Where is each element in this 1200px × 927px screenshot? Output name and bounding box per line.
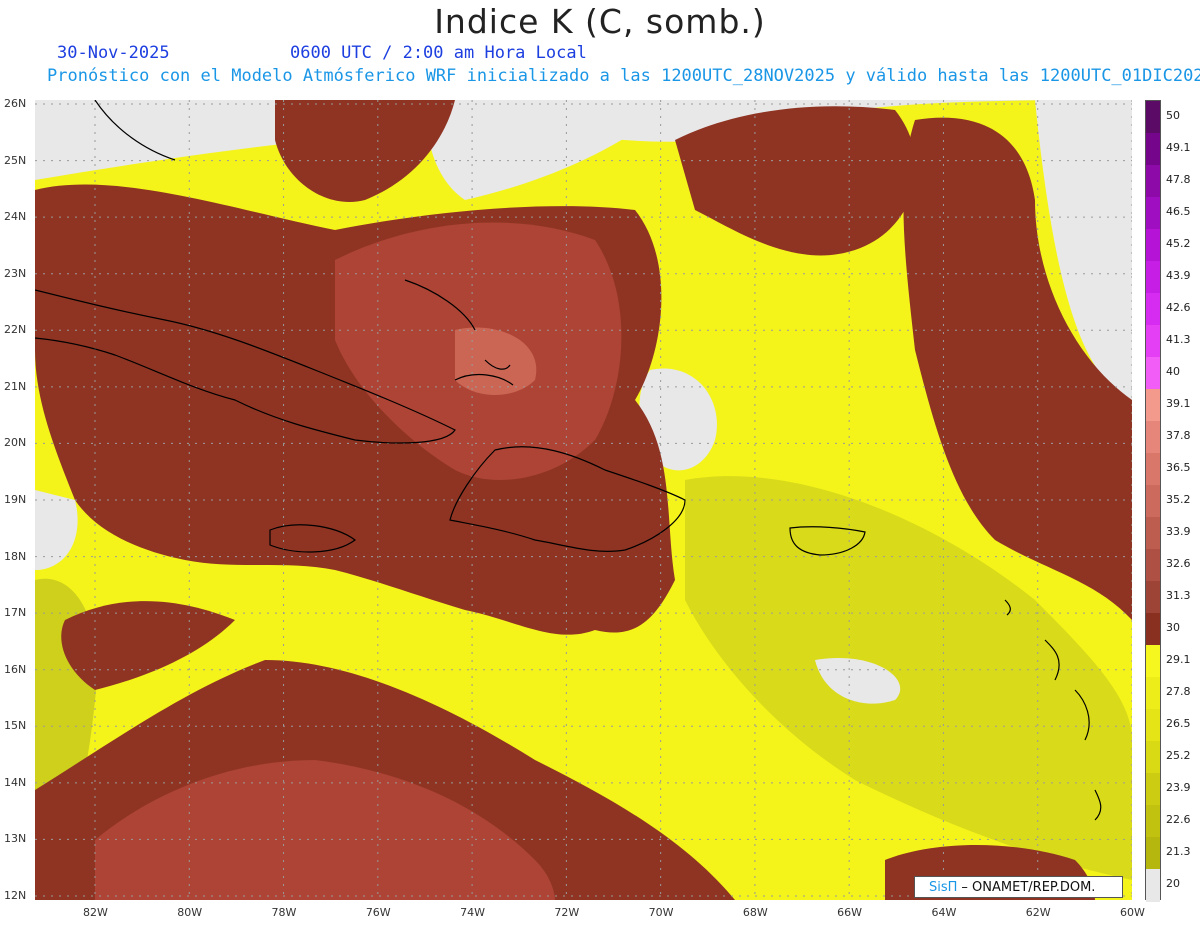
lat-label: 22N — [4, 323, 27, 337]
colorbar-label: 40 — [1166, 365, 1180, 378]
lat-label: 14N — [4, 775, 27, 789]
lat-label: 15N — [4, 719, 27, 733]
colorbar-label: 32.6 — [1166, 557, 1191, 570]
colorbar-segment — [1146, 421, 1160, 454]
forecast-time: 0600 UTC / 2:00 am Hora Local — [290, 43, 587, 63]
colorbar-segment — [1146, 709, 1160, 742]
colorbar-segment — [1146, 805, 1160, 838]
lat-label: 25N — [4, 153, 27, 167]
colorbar-segment — [1146, 677, 1160, 710]
colorbar-label: 22.6 — [1166, 813, 1191, 826]
colorbar-label: 23.9 — [1166, 781, 1191, 794]
colorbar-label: 20 — [1166, 877, 1180, 890]
colorbar-label: 25.2 — [1166, 749, 1191, 762]
colorbar-segment — [1146, 581, 1160, 614]
colorbar-label: 21.3 — [1166, 845, 1191, 858]
lon-label: 76W — [365, 906, 391, 919]
colorbar-segment — [1146, 837, 1160, 870]
colorbar-segment — [1146, 549, 1160, 582]
colorbar-segment — [1146, 133, 1160, 166]
colorbar-label: 35.2 — [1166, 493, 1191, 506]
colorbar-segment — [1146, 645, 1160, 678]
k-index-field — [35, 100, 1132, 900]
colorbar-segment — [1146, 325, 1160, 358]
lon-label: 70W — [648, 906, 674, 919]
colorbar-label: 47.8 — [1166, 173, 1191, 186]
colorbar-label: 43.9 — [1166, 269, 1191, 282]
lat-label: 24N — [4, 210, 27, 224]
colorbar-segment — [1146, 453, 1160, 486]
colorbar-label: 30 — [1166, 621, 1180, 634]
colorbar-label: 41.3 — [1166, 333, 1191, 346]
lat-label: 19N — [4, 493, 27, 506]
colorbar-segment — [1146, 293, 1160, 326]
clear-area-north — [125, 100, 295, 150]
colorbar-segment — [1146, 357, 1160, 390]
lat-label: 20N — [4, 436, 27, 450]
forecast-date: 30-Nov-2025 — [57, 43, 170, 63]
lat-label: 26N — [4, 97, 27, 110]
lon-label: 66W — [837, 906, 863, 919]
colorbar-label: 45.2 — [1166, 237, 1191, 250]
lon-label: 62W — [1025, 906, 1051, 919]
credit-brand: SisΠ — [929, 879, 958, 895]
lon-label: 82W — [83, 906, 108, 919]
lon-label: 68W — [742, 906, 768, 919]
lat-label: 23N — [4, 266, 27, 280]
colorbar-label: 31.3 — [1166, 589, 1191, 602]
colorbar-segment — [1146, 165, 1160, 198]
colorbar-segment — [1146, 773, 1160, 806]
credit-text: – ONAMET/REP.DOM. — [961, 879, 1096, 895]
colorbar-segment — [1146, 261, 1160, 294]
colorbar-segment — [1146, 613, 1160, 646]
colorbar-label: 37.8 — [1166, 429, 1191, 442]
forecast-subtitle: Pronóstico con el Modelo Atmósferico WRF… — [47, 66, 1200, 86]
chart-title: Indice K (C, somb.) — [434, 2, 766, 41]
lon-label: 74W — [460, 906, 485, 919]
lat-label: 21N — [4, 379, 27, 393]
lat-label: 12N — [4, 889, 27, 902]
colorbar-segment — [1146, 229, 1160, 262]
lon-label: 64W — [931, 906, 957, 919]
colorbar-label: 49.1 — [1166, 141, 1191, 154]
colorbar-label: 36.5 — [1166, 461, 1191, 474]
lat-label: 18N — [4, 549, 27, 563]
colorbar-segment — [1146, 101, 1160, 134]
map-area — [35, 100, 1132, 900]
colorbar-label: 26.5 — [1166, 717, 1191, 730]
lon-label: 78W — [271, 906, 297, 919]
colorbar-label: 29.1 — [1166, 653, 1191, 666]
credit-box: SisΠ – ONAMET/REP.DOM. — [914, 876, 1123, 898]
colorbar-segment — [1146, 389, 1160, 422]
lat-label: 17N — [4, 606, 27, 620]
lon-label: 80W — [177, 906, 203, 919]
colorbar-label: 50 — [1166, 109, 1180, 122]
colorbar-segment — [1146, 485, 1160, 518]
colorbar-segment — [1146, 517, 1160, 550]
colorbar-segment — [1146, 197, 1160, 230]
colorbar — [1145, 100, 1161, 902]
lat-label: 13N — [4, 832, 27, 846]
colorbar-label: 33.9 — [1166, 525, 1191, 538]
colorbar-label: 39.1 — [1166, 397, 1191, 410]
colorbar-label: 42.6 — [1166, 301, 1191, 314]
colorbar-label: 46.5 — [1166, 205, 1191, 218]
lon-label: 72W — [554, 906, 580, 919]
colorbar-segment — [1146, 741, 1160, 774]
lat-label: 16N — [4, 662, 27, 676]
lon-label: 60W — [1120, 906, 1145, 919]
colorbar-label: 27.8 — [1166, 685, 1191, 698]
colorbar-segment — [1146, 869, 1160, 902]
